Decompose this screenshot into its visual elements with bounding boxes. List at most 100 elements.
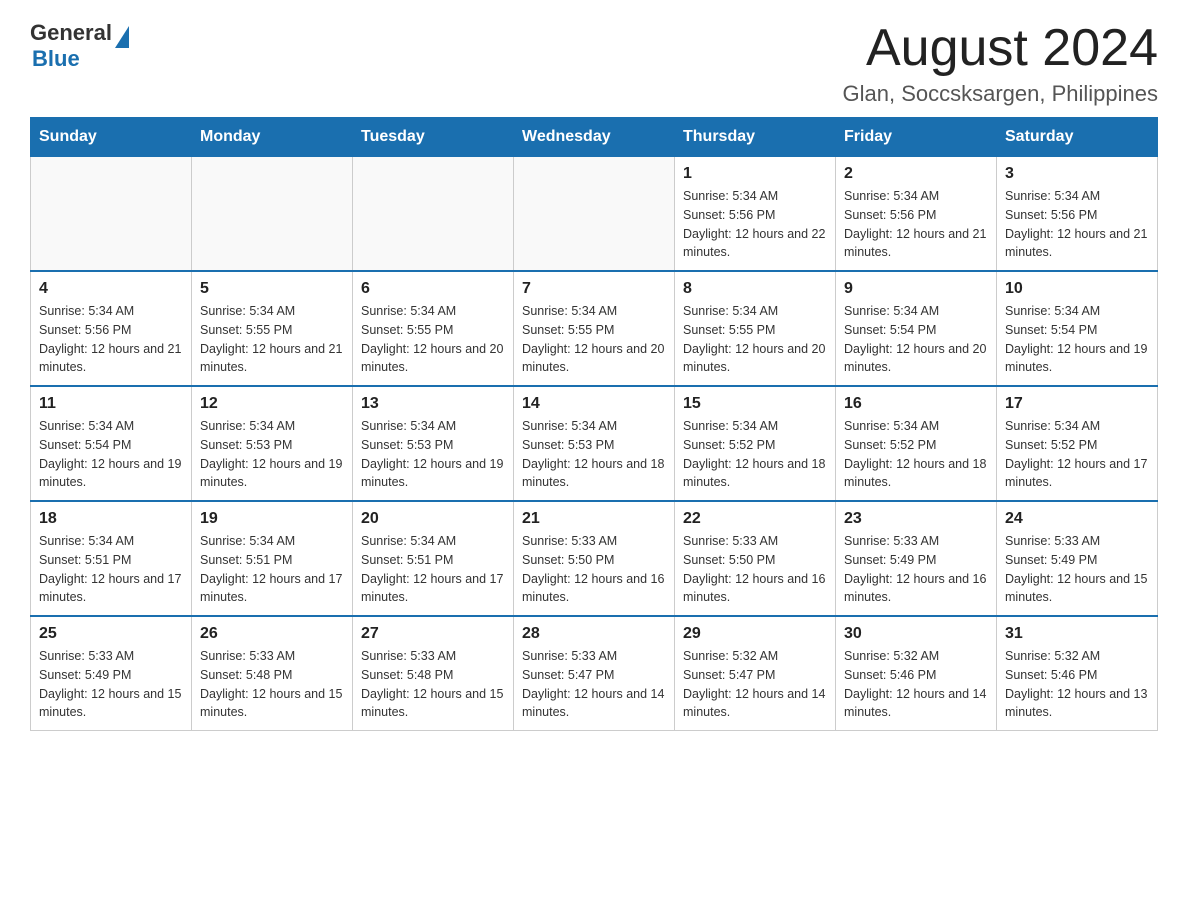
- day-info: Sunrise: 5:34 AMSunset: 5:56 PMDaylight:…: [844, 187, 988, 262]
- header-thursday: Thursday: [675, 118, 836, 157]
- calendar-cell: 15Sunrise: 5:34 AMSunset: 5:52 PMDayligh…: [675, 386, 836, 501]
- calendar-cell: [353, 157, 514, 272]
- day-info: Sunrise: 5:33 AMSunset: 5:48 PMDaylight:…: [200, 647, 344, 722]
- logo-triangle-icon: [115, 26, 129, 48]
- calendar-cell: 22Sunrise: 5:33 AMSunset: 5:50 PMDayligh…: [675, 501, 836, 616]
- calendar-cell: 3 Sunrise: 5:34 AMSunset: 5:56 PMDaylight…: [997, 157, 1158, 272]
- calendar-cell: 29 Sunrise: 5:32 AMSunset: 5:47 PMDayligh…: [675, 616, 836, 731]
- calendar-cell: 6 Sunrise: 5:34 AMSunset: 5:55 PMDaylight…: [353, 271, 514, 386]
- page-header: General Blue August 2024 Glan, Soccsksar…: [30, 20, 1158, 107]
- day-info: Sunrise: 5:34 AMSunset: 5:53 PMDaylight:…: [522, 417, 666, 492]
- calendar-header-row: SundayMondayTuesdayWednesdayThursdayFrid…: [31, 118, 1158, 157]
- day-number: 25: [39, 625, 183, 643]
- calendar-cell: 25 Sunrise: 5:33 AMSunset: 5:49 PMDayligh…: [31, 616, 192, 731]
- day-number: 16: [844, 395, 988, 413]
- day-number: 9: [844, 280, 988, 298]
- title-section: August 2024 Glan, Soccsksargen, Philippi…: [843, 20, 1159, 107]
- location-subtitle: Glan, Soccsksargen, Philippines: [843, 81, 1159, 107]
- day-info: Sunrise: 5:34 AMSunset: 5:56 PMDaylight:…: [1005, 187, 1149, 262]
- day-info: Sunrise: 5:33 AMSunset: 5:50 PMDaylight:…: [522, 532, 666, 607]
- day-number: 27: [361, 625, 505, 643]
- day-number: 31: [1005, 625, 1149, 643]
- day-info: Sunrise: 5:34 AMSunset: 5:55 PMDaylight:…: [200, 302, 344, 377]
- week-row-1: 1 Sunrise: 5:34 AMSunset: 5:56 PMDaylight…: [31, 157, 1158, 272]
- day-info: Sunrise: 5:34 AMSunset: 5:56 PMDaylight:…: [39, 302, 183, 377]
- day-info: Sunrise: 5:34 AMSunset: 5:52 PMDaylight:…: [844, 417, 988, 492]
- day-number: 19: [200, 510, 344, 528]
- week-row-4: 18 Sunrise: 5:34 AMSunset: 5:51 PMDayligh…: [31, 501, 1158, 616]
- header-saturday: Saturday: [997, 118, 1158, 157]
- week-row-2: 4Sunrise: 5:34 AMSunset: 5:56 PMDaylight…: [31, 271, 1158, 386]
- day-info: Sunrise: 5:32 AMSunset: 5:46 PMDaylight:…: [844, 647, 988, 722]
- day-number: 11: [39, 395, 183, 413]
- day-number: 23: [844, 510, 988, 528]
- calendar-cell: 16 Sunrise: 5:34 AMSunset: 5:52 PMDayligh…: [836, 386, 997, 501]
- calendar-cell: 31 Sunrise: 5:32 AMSunset: 5:46 PMDayligh…: [997, 616, 1158, 731]
- calendar-cell: [192, 157, 353, 272]
- calendar-cell: 27Sunrise: 5:33 AMSunset: 5:48 PMDayligh…: [353, 616, 514, 731]
- day-info: Sunrise: 5:32 AMSunset: 5:47 PMDaylight:…: [683, 647, 827, 722]
- calendar-cell: [514, 157, 675, 272]
- week-row-5: 25 Sunrise: 5:33 AMSunset: 5:49 PMDayligh…: [31, 616, 1158, 731]
- day-info: Sunrise: 5:34 AMSunset: 5:51 PMDaylight:…: [361, 532, 505, 607]
- day-number: 24: [1005, 510, 1149, 528]
- day-info: Sunrise: 5:34 AMSunset: 5:54 PMDaylight:…: [39, 417, 183, 492]
- calendar-cell: 14 Sunrise: 5:34 AMSunset: 5:53 PMDayligh…: [514, 386, 675, 501]
- day-info: Sunrise: 5:34 AMSunset: 5:54 PMDaylight:…: [844, 302, 988, 377]
- week-row-3: 11 Sunrise: 5:34 AMSunset: 5:54 PMDayligh…: [31, 386, 1158, 501]
- day-number: 29: [683, 625, 827, 643]
- calendar-cell: 11 Sunrise: 5:34 AMSunset: 5:54 PMDayligh…: [31, 386, 192, 501]
- day-info: Sunrise: 5:34 AMSunset: 5:52 PMDaylight:…: [1005, 417, 1149, 492]
- day-number: 17: [1005, 395, 1149, 413]
- day-number: 21: [522, 510, 666, 528]
- day-number: 6: [361, 280, 505, 298]
- calendar-cell: 4Sunrise: 5:34 AMSunset: 5:56 PMDaylight…: [31, 271, 192, 386]
- calendar-cell: 9 Sunrise: 5:34 AMSunset: 5:54 PMDaylight…: [836, 271, 997, 386]
- day-number: 12: [200, 395, 344, 413]
- day-info: Sunrise: 5:34 AMSunset: 5:55 PMDaylight:…: [522, 302, 666, 377]
- day-number: 13: [361, 395, 505, 413]
- day-info: Sunrise: 5:34 AMSunset: 5:56 PMDaylight:…: [683, 187, 827, 262]
- day-info: Sunrise: 5:33 AMSunset: 5:50 PMDaylight:…: [683, 532, 827, 607]
- header-tuesday: Tuesday: [353, 118, 514, 157]
- day-number: 7: [522, 280, 666, 298]
- logo-blue-text: Blue: [32, 46, 129, 72]
- calendar-cell: 28 Sunrise: 5:33 AMSunset: 5:47 PMDayligh…: [514, 616, 675, 731]
- day-info: Sunrise: 5:33 AMSunset: 5:49 PMDaylight:…: [39, 647, 183, 722]
- calendar-cell: 5 Sunrise: 5:34 AMSunset: 5:55 PMDaylight…: [192, 271, 353, 386]
- day-number: 3: [1005, 165, 1149, 183]
- day-info: Sunrise: 5:32 AMSunset: 5:46 PMDaylight:…: [1005, 647, 1149, 722]
- logo: General Blue: [30, 20, 129, 72]
- day-number: 14: [522, 395, 666, 413]
- month-title: August 2024: [843, 20, 1159, 77]
- day-info: Sunrise: 5:34 AMSunset: 5:51 PMDaylight:…: [200, 532, 344, 607]
- day-number: 5: [200, 280, 344, 298]
- day-info: Sunrise: 5:34 AMSunset: 5:55 PMDaylight:…: [683, 302, 827, 377]
- day-info: Sunrise: 5:34 AMSunset: 5:55 PMDaylight:…: [361, 302, 505, 377]
- header-sunday: Sunday: [31, 118, 192, 157]
- calendar-table: SundayMondayTuesdayWednesdayThursdayFrid…: [30, 117, 1158, 731]
- day-number: 1: [683, 165, 827, 183]
- calendar-cell: 13 Sunrise: 5:34 AMSunset: 5:53 PMDayligh…: [353, 386, 514, 501]
- calendar-cell: 20Sunrise: 5:34 AMSunset: 5:51 PMDayligh…: [353, 501, 514, 616]
- day-number: 26: [200, 625, 344, 643]
- day-number: 28: [522, 625, 666, 643]
- calendar-cell: 8 Sunrise: 5:34 AMSunset: 5:55 PMDaylight…: [675, 271, 836, 386]
- calendar-cell: 19 Sunrise: 5:34 AMSunset: 5:51 PMDayligh…: [192, 501, 353, 616]
- day-info: Sunrise: 5:34 AMSunset: 5:53 PMDaylight:…: [361, 417, 505, 492]
- calendar-cell: 24 Sunrise: 5:33 AMSunset: 5:49 PMDayligh…: [997, 501, 1158, 616]
- day-info: Sunrise: 5:34 AMSunset: 5:53 PMDaylight:…: [200, 417, 344, 492]
- day-info: Sunrise: 5:33 AMSunset: 5:47 PMDaylight:…: [522, 647, 666, 722]
- header-friday: Friday: [836, 118, 997, 157]
- day-info: Sunrise: 5:34 AMSunset: 5:52 PMDaylight:…: [683, 417, 827, 492]
- calendar-cell: 18Sunrise: 5:34 AMSunset: 5:51 PMDayligh…: [31, 501, 192, 616]
- day-info: Sunrise: 5:33 AMSunset: 5:49 PMDaylight:…: [1005, 532, 1149, 607]
- header-monday: Monday: [192, 118, 353, 157]
- calendar-cell: 21 Sunrise: 5:33 AMSunset: 5:50 PMDayligh…: [514, 501, 675, 616]
- calendar-cell: [31, 157, 192, 272]
- day-number: 8: [683, 280, 827, 298]
- day-info: Sunrise: 5:34 AMSunset: 5:54 PMDaylight:…: [1005, 302, 1149, 377]
- logo-general-text: General: [30, 20, 112, 46]
- day-number: 30: [844, 625, 988, 643]
- day-number: 18: [39, 510, 183, 528]
